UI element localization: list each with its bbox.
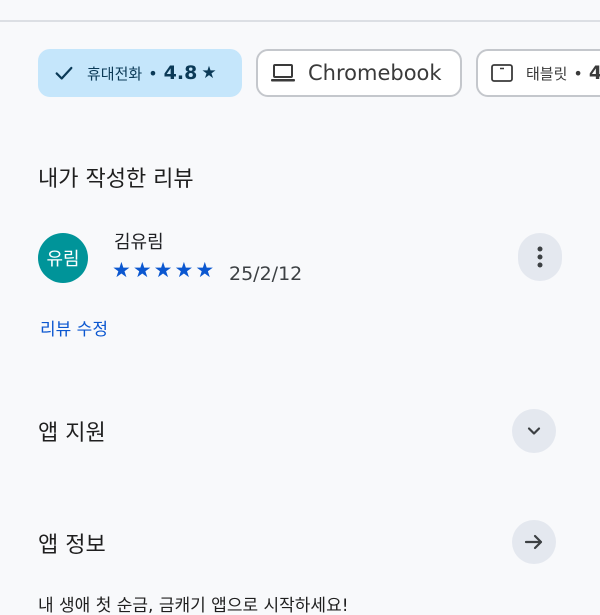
app-details-page: 휴대전화 • 4.8 ★ Chromebook 태블릿 • 4 내가 작성한 리… [0, 0, 600, 615]
device-chip-tablet[interactable]: 태블릿 • 4 [476, 49, 600, 97]
arrow-right-icon [524, 534, 543, 550]
separator-dot: • [573, 63, 583, 83]
app-support-heading[interactable]: 앱 지원 [38, 415, 106, 447]
my-review-heading: 내가 작성한 리뷰 [38, 167, 194, 192]
star-icon: ★ [153, 258, 173, 282]
device-chip-tablet-label: 태블릿 [526, 64, 568, 83]
app-description: 내 생애 첫 순금, 금캐기 앱으로 시작하세요! [38, 596, 349, 615]
app-info-heading[interactable]: 앱 정보 [38, 527, 106, 559]
device-chip-tablet-rating: 4 [589, 62, 600, 84]
device-chip-phone[interactable]: 휴대전화 • 4.8 ★ [38, 49, 242, 97]
check-icon [55, 66, 73, 80]
star-icon: ★ [112, 258, 131, 282]
chevron-down-icon [527, 427, 541, 435]
star-rating: ★ ★ ★ ★ ★ [112, 258, 214, 282]
device-chip-chromebook-label: Chromebook [308, 61, 442, 85]
more-vert-icon [537, 246, 543, 268]
tablet-icon [491, 64, 513, 82]
app-support-expand-button[interactable] [512, 409, 556, 453]
app-info-open-button[interactable] [512, 520, 556, 564]
star-icon: ★ [132, 258, 152, 282]
device-chip-phone-rating: 4.8 [163, 62, 198, 84]
edit-review-link[interactable]: 리뷰 수정 [40, 315, 108, 340]
avatar: 유림 [38, 233, 88, 283]
laptop-icon [271, 64, 295, 82]
reviewer-name: 김유림 [114, 232, 164, 253]
star-icon: ★ [195, 258, 215, 282]
top-divider [0, 20, 600, 22]
device-chip-chromebook[interactable]: Chromebook [256, 49, 462, 97]
review-date: 25/2/12 [229, 263, 303, 285]
star-icon: ★ [201, 63, 217, 83]
device-chip-phone-label: 휴대전화 [87, 64, 143, 83]
star-icon: ★ [174, 258, 194, 282]
more-options-button[interactable] [518, 233, 562, 281]
separator-dot: • [148, 63, 158, 83]
